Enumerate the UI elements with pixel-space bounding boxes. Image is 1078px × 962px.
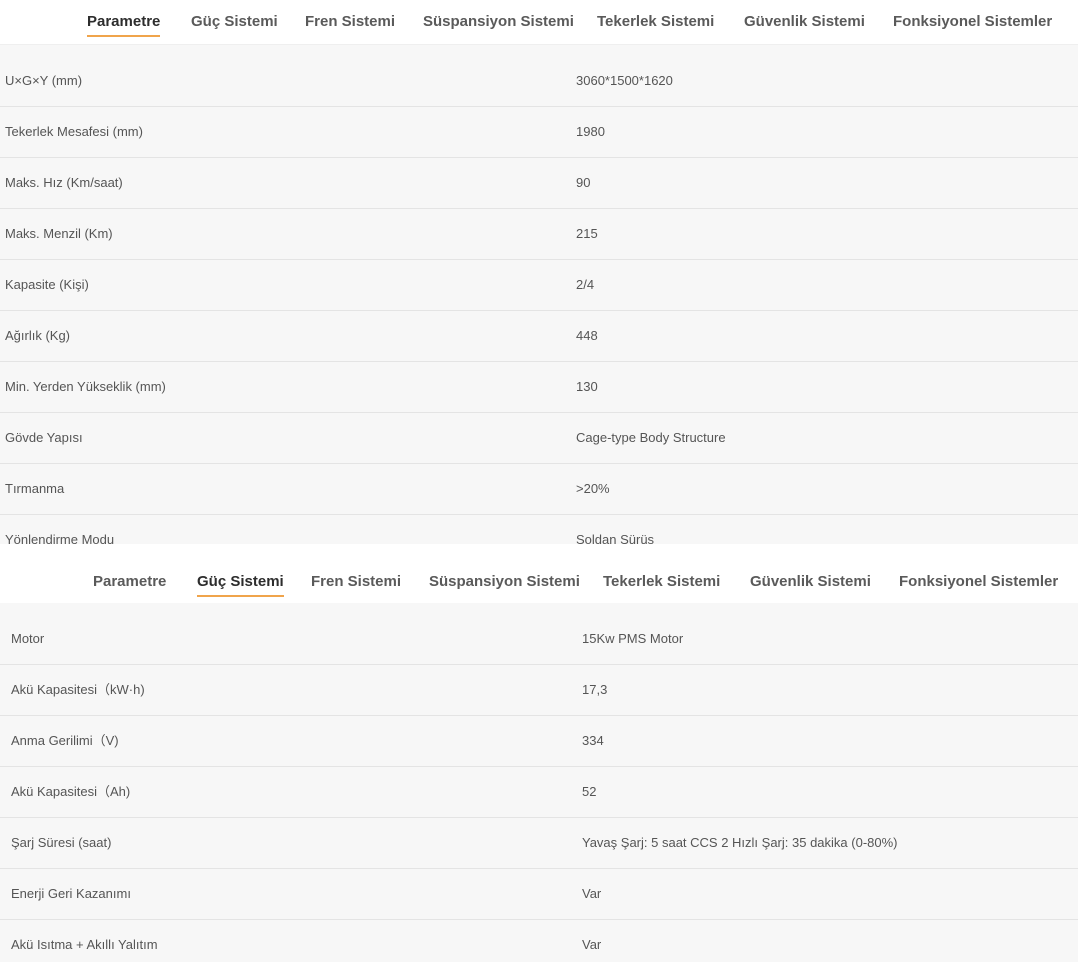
- tab-tekerlek-sistemi[interactable]: Tekerlek Sistemi: [603, 572, 720, 595]
- row-value: Cage-type Body Structure: [576, 430, 726, 445]
- table-row: Tırmanma >20%: [0, 464, 1078, 515]
- table-row: Şarj Süresi (saat) Yavaş Şarj: 5 saat CC…: [0, 818, 1078, 869]
- row-label: Enerji Geri Kazanımı: [11, 886, 131, 901]
- table-row: Yönlendirme Modu Soldan Sürüş: [0, 515, 1078, 544]
- spec-table: Motor 15Kw PMS Motor Akü Kapasitesi（kW·h…: [0, 603, 1078, 962]
- row-label: Tekerlek Mesafesi (mm): [5, 124, 143, 139]
- row-label: Akü Kapasitesi（Ah): [11, 784, 131, 799]
- tab-parametre[interactable]: Parametre: [93, 572, 166, 595]
- row-value: 90: [576, 175, 591, 190]
- tab-guvenlik-sistemi[interactable]: Güvenlik Sistemi: [744, 12, 865, 35]
- row-value: Yavaş Şarj: 5 saat CCS 2 Hızlı Şarj: 35 …: [582, 835, 898, 850]
- table-row: Akü Kapasitesi（kW·h) 17,3: [0, 665, 1078, 716]
- row-label: Tırmanma: [5, 481, 65, 496]
- row-label: Kapasite (Kişi): [5, 277, 89, 292]
- table-row: Motor 15Kw PMS Motor: [0, 603, 1078, 665]
- row-value: 2/4: [576, 277, 595, 292]
- row-label: Yönlendirme Modu: [5, 532, 115, 544]
- tab-guc-sistemi[interactable]: Güç Sistemi: [191, 12, 278, 35]
- row-value: 1980: [576, 124, 605, 139]
- row-label: Min. Yerden Yükseklik (mm): [5, 379, 166, 394]
- row-value: Var: [582, 937, 602, 952]
- row-value: 130: [576, 379, 598, 394]
- tab-guvenlik-sistemi[interactable]: Güvenlik Sistemi: [750, 572, 871, 595]
- table-row: Maks. Menzil (Km) 215: [0, 209, 1078, 260]
- row-label: Ağırlık (Kg): [5, 328, 71, 343]
- row-value: 448: [576, 328, 598, 343]
- tab-parametre[interactable]: Parametre: [87, 12, 161, 37]
- table-row: Akü Isıtma + Akıllı Yalıtım Var: [0, 920, 1078, 962]
- table-row: Gövde Yapısı Cage-type Body Structure: [0, 413, 1078, 464]
- spec-panel-parametre: Parametre Güç Sistemi Fren Sistemi Süspa…: [0, 0, 1078, 544]
- row-label: Akü Kapasitesi（kW·h): [11, 682, 145, 697]
- row-value: 215: [576, 226, 598, 241]
- tab-bar: Parametre Güç Sistemi Fren Sistemi Süspa…: [0, 0, 1078, 45]
- row-value: 334: [582, 733, 604, 748]
- tab-suspansiyon-sistemi[interactable]: Süspansiyon Sistemi: [429, 572, 580, 595]
- row-value: 52: [582, 784, 597, 799]
- row-value: Var: [582, 886, 602, 901]
- table-row: U×G×Y (mm) 3060*1500*1620: [0, 45, 1078, 107]
- tab-fren-sistemi[interactable]: Fren Sistemi: [305, 12, 395, 35]
- table-row: Maks. Hız (Km/saat) 90: [0, 158, 1078, 209]
- tab-fonksiyonel-sistemler[interactable]: Fonksiyonel Sistemler: [899, 572, 1058, 595]
- tab-guc-sistemi[interactable]: Güç Sistemi: [197, 572, 284, 597]
- tab-fonksiyonel-sistemler[interactable]: Fonksiyonel Sistemler: [893, 12, 1052, 35]
- tab-tekerlek-sistemi[interactable]: Tekerlek Sistemi: [597, 12, 714, 35]
- row-label: Anma Gerilimi（V): [11, 733, 119, 748]
- table-row: Akü Kapasitesi（Ah) 52: [0, 767, 1078, 818]
- table-row: Min. Yerden Yükseklik (mm) 130: [0, 362, 1078, 413]
- table-row: Tekerlek Mesafesi (mm) 1980: [0, 107, 1078, 158]
- row-value: >20%: [576, 481, 610, 496]
- table-row: Kapasite (Kişi) 2/4: [0, 260, 1078, 311]
- row-label: Şarj Süresi (saat): [11, 835, 112, 850]
- row-label: Akü Isıtma + Akıllı Yalıtım: [11, 937, 158, 952]
- table-row: Anma Gerilimi（V) 334: [0, 716, 1078, 767]
- row-label: Maks. Hız (Km/saat): [5, 175, 123, 190]
- tab-suspansiyon-sistemi[interactable]: Süspansiyon Sistemi: [423, 12, 574, 35]
- spec-table: U×G×Y (mm) 3060*1500*1620 Tekerlek Mesaf…: [0, 45, 1078, 544]
- spec-panel-guc-sistemi: Parametre Güç Sistemi Fren Sistemi Süspa…: [0, 544, 1078, 962]
- row-label: Gövde Yapısı: [5, 430, 83, 445]
- table-row: Ağırlık (Kg) 448: [0, 311, 1078, 362]
- table-row: Enerji Geri Kazanımı Var: [0, 869, 1078, 920]
- row-value: 17,3: [582, 682, 608, 697]
- row-label: Maks. Menzil (Km): [5, 226, 113, 241]
- row-value: Soldan Sürüş: [576, 532, 655, 544]
- tab-fren-sistemi[interactable]: Fren Sistemi: [311, 572, 401, 595]
- tab-bar: Parametre Güç Sistemi Fren Sistemi Süspa…: [0, 544, 1078, 603]
